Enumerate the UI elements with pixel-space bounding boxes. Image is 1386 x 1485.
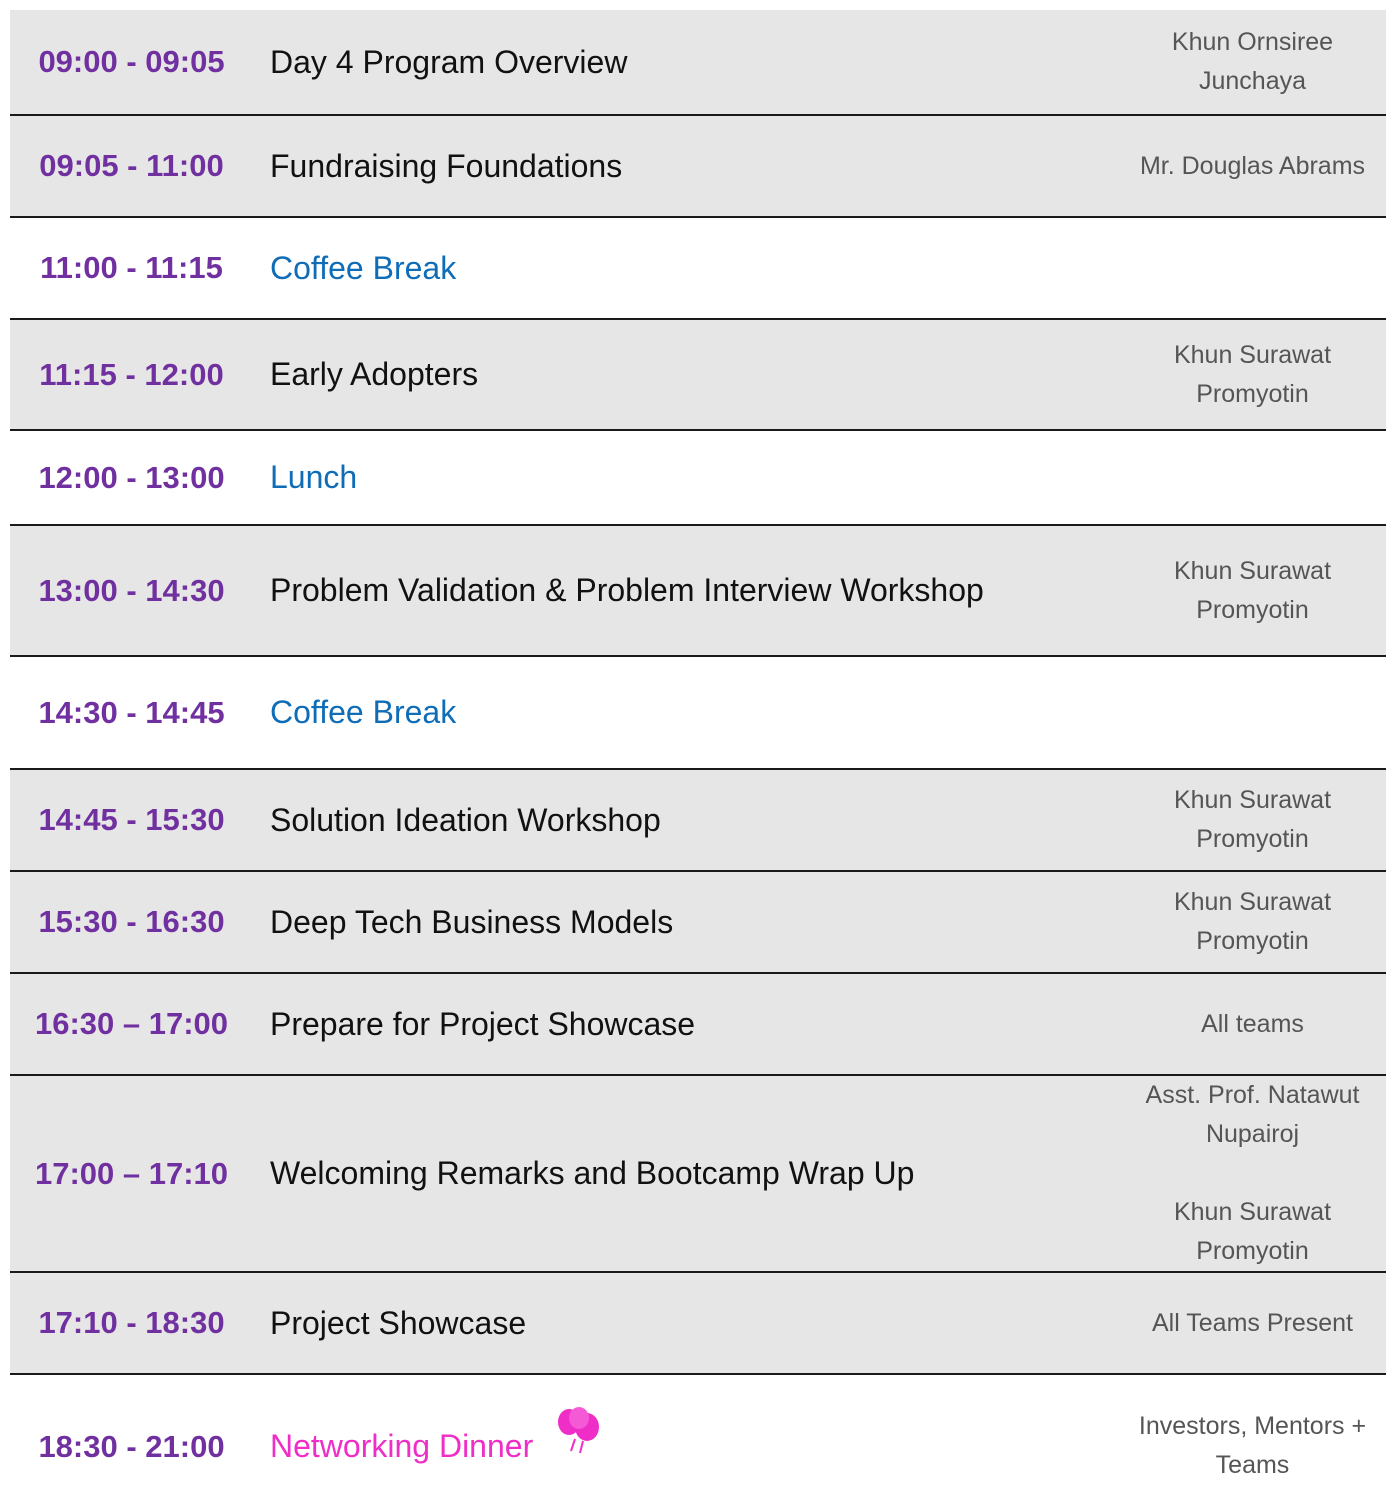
row-title: Prepare for Project Showcase [270,1005,696,1042]
row-speaker: Khun Surawat Promyotin [1119,872,1386,972]
row-time: 17:00 – 17:10 [34,1155,229,1191]
row-speaker: Investors, Mentors + Teams [1119,1375,1386,1480]
schedule-row-business-models: 15:30 - 16:30 Deep Tech Business Models … [10,872,1386,974]
row-time: 13:00 - 14:30 [38,572,225,608]
row-time: 14:30 - 14:45 [38,694,225,730]
schedule-row-solution-ideation: 14:45 - 15:30 Solution Ideation Workshop… [10,770,1386,872]
speaker-line: Promyotin [1196,825,1309,853]
speaker-line: Khun Surawat [1173,556,1332,585]
speaker-line: All Teams Present [1151,1308,1353,1337]
row-speaker: Mr. Douglas Abrams [1119,116,1386,216]
row-time: 12:00 - 13:00 [38,459,225,495]
row-speaker: Khun Ornsiree Junchaya [1119,10,1386,114]
row-title: Welcoming Remarks and Bootcamp Wrap Up [270,1155,915,1191]
row-time: 11:00 - 11:15 [40,250,223,285]
row-title: Early Adopters [270,356,479,392]
schedule-row-networking-dinner: 18:30 - 21:00 Networking Dinner Investor… [10,1375,1386,1480]
schedule-row-coffee-break-1: 11:00 - 11:15 Coffee Break [10,218,1386,320]
schedule-table: 09:00 - 09:05 Day 4 Program Overview Khu… [10,10,1386,1480]
row-title: Deep Tech Business Models [270,903,674,940]
schedule-row-early-adopters: 11:15 - 12:00 Early Adopters Khun Surawa… [10,320,1386,431]
speaker-line: Asst. Prof. Natawut [1145,1081,1360,1109]
schedule-row-day4-overview: 09:00 - 09:05 Day 4 Program Overview Khu… [10,10,1386,116]
row-title: Project Showcase [270,1304,527,1341]
row-title: Problem Validation & Problem Interview W… [270,572,984,608]
row-title: Fundraising Foundations [270,147,623,184]
speaker-line: Khun Ornsiree [1171,28,1334,56]
schedule-row-problem-validation: 13:00 - 14:30 Problem Validation & Probl… [10,526,1386,657]
row-title: Lunch [270,459,358,495]
speaker-line: Nupairoj [1205,1120,1300,1148]
speaker-line: Promyotin [1196,595,1309,624]
speaker-line: Khun Surawat [1173,340,1332,369]
row-title-wrap: Networking Dinner [270,1375,1136,1480]
balloon-icon [553,1405,605,1459]
speaker-line: Promyotin [1196,927,1309,955]
schedule-row-lunch: 12:00 - 13:00 Lunch [10,431,1386,526]
row-time: 09:00 - 09:05 [38,44,225,79]
row-time: 14:45 - 15:30 [38,802,225,837]
speaker-line: Investors, Mentors + [1138,1411,1367,1440]
schedule-row-prepare-showcase: 16:30 – 17:00 Prepare for Project Showca… [10,974,1386,1076]
row-time: 16:30 – 17:00 [34,1006,229,1041]
schedule-row-fundraising: 09:05 - 11:00 Fundraising Foundations Mr… [10,116,1386,218]
schedule-row-project-showcase: 17:10 - 18:30 Project Showcase All Teams… [10,1273,1386,1375]
row-time: 09:05 - 11:00 [39,148,224,183]
speaker-line: Promyotin [1196,1237,1309,1265]
row-title: Coffee Break [270,249,457,286]
row-speaker: Khun Surawat Promyotin [1119,320,1386,429]
row-speaker: All Teams Present [1119,1273,1386,1373]
row-time: 17:10 - 18:30 [38,1305,225,1340]
speaker-line: Khun Surawat [1173,786,1332,814]
row-title: Networking Dinner [270,1428,534,1464]
speaker-line: Khun Surawat [1173,1198,1332,1226]
speaker-line: Khun Surawat [1173,888,1332,916]
row-time: 11:15 - 12:00 [39,356,224,392]
speaker-line: Promyotin [1196,379,1309,408]
row-speaker: Khun Surawat Promyotin [1119,526,1386,655]
speaker-line: Teams [1215,1450,1290,1479]
speaker-line: Mr. Douglas Abrams [1139,151,1366,180]
row-time: 18:30 - 21:00 [38,1428,225,1464]
row-speaker: Asst. Prof. Natawut Nupairoj Khun Surawa… [1119,1076,1386,1271]
row-speaker: Khun Surawat Promyotin [1119,770,1386,870]
schedule-row-coffee-break-2: 14:30 - 14:45 Coffee Break [10,657,1386,770]
speaker-line: Junchaya [1198,67,1307,95]
row-title: Coffee Break [270,694,457,730]
row-speaker: All teams [1119,974,1386,1074]
row-title: Day 4 Program Overview [270,43,628,80]
schedule-row-wrap-up: 17:00 – 17:10 Welcoming Remarks and Boot… [10,1076,1386,1273]
row-title: Solution Ideation Workshop [270,801,661,838]
speaker-line: All teams [1201,1009,1304,1038]
row-time: 15:30 - 16:30 [38,904,225,939]
